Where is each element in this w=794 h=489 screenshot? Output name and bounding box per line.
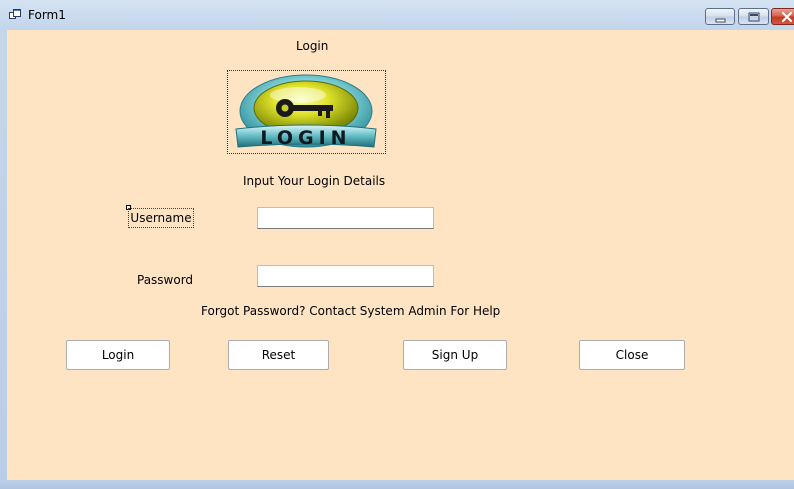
password-label: Password [137, 273, 194, 287]
username-input[interactable] [257, 207, 434, 229]
logo-picturebox: LOGIN [227, 70, 386, 154]
key-login-logo: LOGIN [235, 74, 377, 149]
close-icon [781, 11, 793, 23]
minimize-button[interactable] [705, 8, 735, 25]
title-bar[interactable]: Form1 [0, 0, 794, 30]
window-title: Form1 [28, 8, 66, 22]
form-client-area: Login LOGIN Input Your Login Details Use… [7, 30, 794, 480]
close-window-button[interactable] [771, 8, 794, 25]
password-input[interactable] [257, 265, 434, 287]
window-bottom-border [0, 480, 794, 489]
form-window-icon [9, 9, 21, 19]
form-window: Form1 Login LOGIN Input Your Login Detai… [0, 0, 794, 489]
minimize-icon [715, 18, 726, 23]
form-heading: Login [296, 39, 329, 53]
maximize-icon [748, 12, 760, 22]
reset-button[interactable]: Reset [228, 340, 329, 370]
logo-text: LOGIN [260, 127, 351, 149]
close-button[interactable]: Close [579, 340, 685, 370]
login-button[interactable]: Login [66, 340, 170, 370]
sign-up-button[interactable]: Sign Up [403, 340, 507, 370]
subtitle-label: Input Your Login Details [243, 174, 386, 188]
forgot-password-label: Forgot Password? Contact System Admin Fo… [201, 304, 501, 318]
maximize-button[interactable] [738, 8, 769, 25]
username-label: Username [128, 208, 194, 228]
